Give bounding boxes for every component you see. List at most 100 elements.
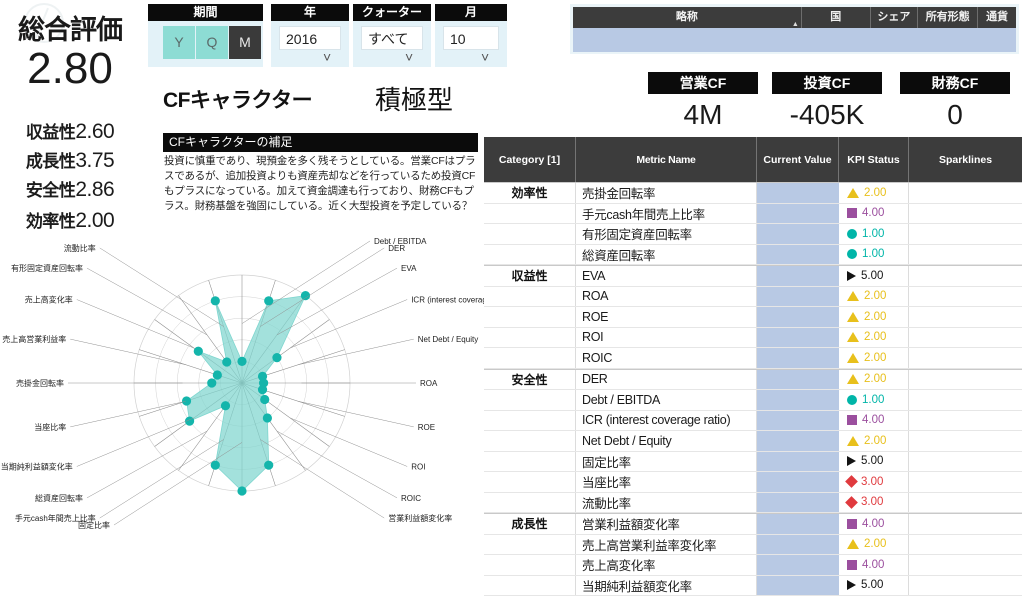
cell-kpi-status: 2.00 bbox=[839, 183, 909, 203]
circle-icon bbox=[847, 395, 857, 405]
kpi-investing-cf-label: 投資CF bbox=[772, 72, 882, 94]
filter-year-body: 2016 ˅ bbox=[271, 21, 349, 67]
period-option-Y[interactable]: Y bbox=[163, 26, 195, 59]
table-row[interactable]: 固定比率5.00 bbox=[484, 452, 1022, 473]
year-select[interactable]: 2016 bbox=[279, 26, 341, 50]
table-row[interactable]: Net Debt / Equity2.00 bbox=[484, 431, 1022, 452]
radar-point bbox=[237, 486, 246, 495]
dashboard-root: 総合評価 2.80 収益性2.60成長性3.75安全性2.86効率性2.00 期… bbox=[0, 0, 1024, 571]
table-row[interactable]: 安全性DER2.00 bbox=[484, 369, 1022, 391]
cell-current-value bbox=[757, 328, 839, 348]
table-row[interactable]: 成長性営業利益額変化率4.00 bbox=[484, 513, 1022, 535]
cell-metric-name: 固定比率 bbox=[576, 452, 757, 472]
table-row[interactable]: ROE2.00 bbox=[484, 307, 1022, 328]
score-row-label: 成長性 bbox=[26, 152, 76, 171]
table-row[interactable]: 効率性売掛金回転率2.00 bbox=[484, 182, 1022, 204]
cell-kpi-status: 2.00 bbox=[839, 287, 909, 307]
column-header-kpi-status[interactable]: KPI Status bbox=[839, 137, 909, 182]
cell-category bbox=[484, 348, 576, 368]
period-option-Q[interactable]: Q bbox=[196, 26, 228, 59]
radar-axis-label: 当座比率 bbox=[34, 422, 66, 432]
cell-sparkline bbox=[909, 266, 1022, 286]
cell-kpi-status: 2.00 bbox=[839, 348, 909, 368]
cell-category bbox=[484, 224, 576, 244]
cf-note-header: CFキャラクターの補足 bbox=[163, 133, 478, 152]
sort-ascending-icon: ▲ bbox=[792, 21, 799, 28]
column-header-current-value[interactable]: Current Value bbox=[757, 137, 839, 182]
table-row[interactable]: 収益性EVA5.00 bbox=[484, 265, 1022, 287]
cell-kpi-status: 4.00 bbox=[839, 555, 909, 575]
company-column-0[interactable]: 略称▲ bbox=[573, 7, 802, 28]
filter-year[interactable]: 年 2016 ˅ bbox=[271, 4, 349, 67]
page-title: 総合評価 bbox=[4, 8, 136, 47]
metric-table[interactable]: Category [1] Metric Name Current Value K… bbox=[484, 137, 1022, 562]
score-row-2: 安全性2.86 bbox=[0, 176, 140, 202]
table-row[interactable]: 総資産回転率1.00 bbox=[484, 245, 1022, 266]
table-row[interactable]: ROA2.00 bbox=[484, 287, 1022, 308]
radar-point bbox=[237, 357, 246, 366]
cell-current-value bbox=[757, 411, 839, 431]
cell-kpi-status: 4.00 bbox=[839, 411, 909, 431]
kpi-status-value: 2.00 bbox=[864, 352, 886, 364]
triangle-up-icon bbox=[847, 436, 859, 446]
cell-metric-name: 当座比率 bbox=[576, 472, 757, 492]
square-icon bbox=[847, 519, 857, 529]
chevron-down-icon[interactable]: ˅ bbox=[405, 49, 413, 65]
company-table[interactable]: 略称▲国シェア所有形態通貨 bbox=[570, 4, 1019, 54]
table-row[interactable]: 売上高変化率4.00 bbox=[484, 555, 1022, 576]
cell-current-value bbox=[757, 535, 839, 555]
cf-character-type: 積極型 bbox=[375, 80, 453, 117]
column-header-metric-name[interactable]: Metric Name bbox=[576, 137, 757, 182]
table-row[interactable]: ICR (interest coverage ratio)4.00 bbox=[484, 411, 1022, 432]
cell-sparkline bbox=[909, 348, 1022, 368]
score-row-1: 成長性3.75 bbox=[0, 147, 140, 173]
cell-category bbox=[484, 307, 576, 327]
quarter-select[interactable]: すべて bbox=[361, 26, 423, 50]
radar-point bbox=[263, 413, 272, 422]
cell-current-value bbox=[757, 431, 839, 451]
table-row[interactable]: 有形固定資産回転率1.00 bbox=[484, 224, 1022, 245]
radar-axis-label: 売上高変化率 bbox=[25, 295, 73, 305]
chevron-down-icon[interactable]: ˅ bbox=[323, 49, 331, 65]
table-row[interactable]: 売上高営業利益率変化率2.00 bbox=[484, 535, 1022, 556]
company-table-header[interactable]: 略称▲国シェア所有形態通貨 bbox=[573, 7, 1016, 28]
company-column-4[interactable]: 通貨 bbox=[978, 7, 1016, 28]
kpi-status-value: 2.00 bbox=[864, 311, 886, 323]
kpi-status-value: 3.00 bbox=[861, 476, 883, 488]
cell-category bbox=[484, 411, 576, 431]
chevron-down-icon[interactable]: ˅ bbox=[481, 49, 489, 65]
cell-sparkline bbox=[909, 183, 1022, 203]
period-option-M[interactable]: M bbox=[229, 26, 261, 59]
filter-quarter[interactable]: クォーター すべて ˅ bbox=[353, 4, 431, 67]
column-header-sparklines[interactable]: Sparklines bbox=[909, 137, 1022, 182]
table-row[interactable]: ROI2.00 bbox=[484, 328, 1022, 349]
table-row[interactable]: 手元cash年間売上比率4.00 bbox=[484, 204, 1022, 225]
filter-month[interactable]: 月 10 ˅ bbox=[435, 4, 507, 67]
cell-category bbox=[484, 245, 576, 265]
table-row[interactable]: 流動比率3.00 bbox=[484, 493, 1022, 514]
company-column-3[interactable]: 所有形態 bbox=[918, 7, 978, 28]
cell-current-value bbox=[757, 514, 839, 534]
filter-year-title: 年 bbox=[271, 4, 349, 21]
kpi-operating-cf: 営業CF 4M bbox=[648, 72, 758, 132]
kpi-status-value: 2.00 bbox=[864, 290, 886, 302]
square-icon bbox=[847, 208, 857, 218]
cell-current-value bbox=[757, 390, 839, 410]
table-row[interactable]: 当座比率 3.00 bbox=[484, 472, 1022, 493]
cell-sparkline bbox=[909, 514, 1022, 534]
column-header-category[interactable]: Category [1] bbox=[484, 137, 576, 182]
kpi-status-value: 4.00 bbox=[862, 414, 884, 426]
cell-sparkline bbox=[909, 576, 1022, 596]
table-row[interactable]: ROIC2.00 bbox=[484, 348, 1022, 369]
score-row-value: 2.60 bbox=[75, 120, 114, 143]
company-table-body[interactable] bbox=[573, 28, 1016, 52]
metric-table-header: Category [1] Metric Name Current Value K… bbox=[484, 137, 1022, 182]
cell-current-value bbox=[757, 493, 839, 513]
radar-axis-label: 有形固定資産回転率 bbox=[11, 263, 83, 273]
month-select[interactable]: 10 bbox=[443, 26, 499, 50]
filter-period[interactable]: 期間 Y Q M bbox=[148, 4, 263, 67]
table-row[interactable]: 当期純利益額変化率5.00 bbox=[484, 576, 1022, 596]
table-row[interactable]: Debt / EBITDA1.00 bbox=[484, 390, 1022, 411]
company-column-2[interactable]: シェア bbox=[871, 7, 919, 28]
company-column-1[interactable]: 国 bbox=[802, 7, 871, 28]
